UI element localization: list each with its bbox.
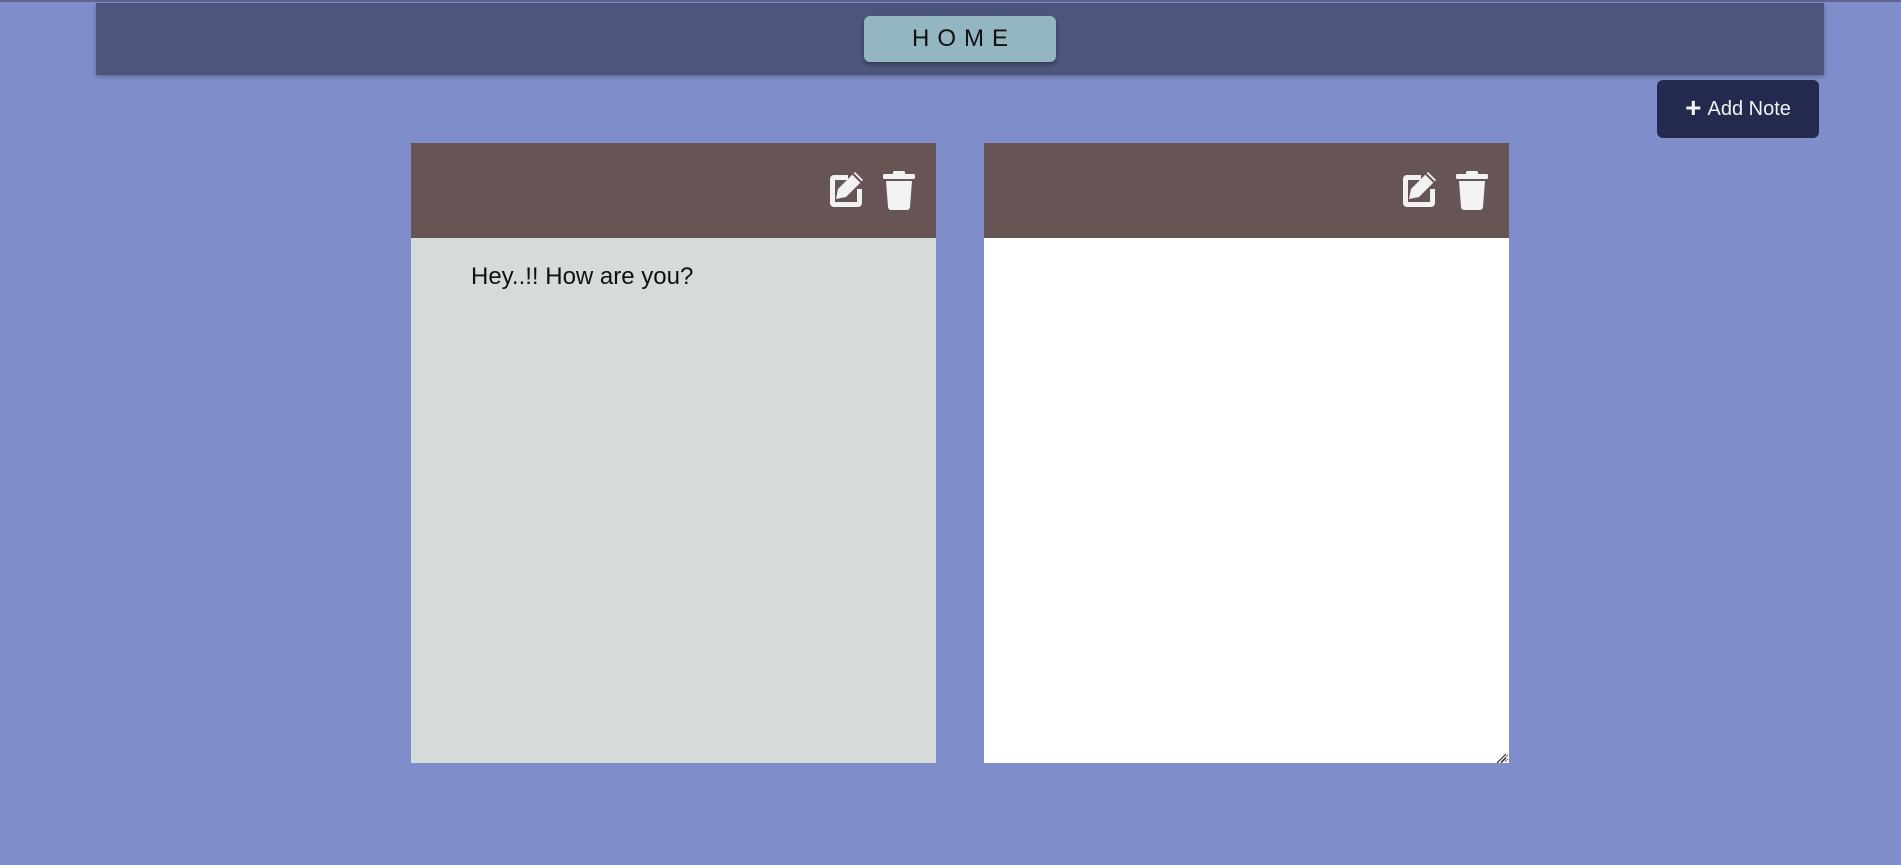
header-bar: HOME <box>96 3 1824 75</box>
note-card <box>984 143 1509 764</box>
note-card: Hey..!! How are you? <box>411 143 936 763</box>
resize-grip-icon[interactable] <box>1495 749 1507 764</box>
note-toolbar <box>411 143 936 238</box>
add-note-label: Add Note <box>1707 97 1791 120</box>
trash-icon[interactable] <box>878 169 920 211</box>
note-textarea[interactable] <box>984 238 1509 763</box>
edit-icon[interactable] <box>1397 169 1439 211</box>
edit-icon[interactable] <box>824 169 866 211</box>
plus-icon: + <box>1685 91 1702 123</box>
note-text[interactable]: Hey..!! How are you? <box>411 238 936 763</box>
add-note-button[interactable]: + Add Note <box>1657 80 1819 138</box>
top-border <box>0 0 1901 2</box>
note-toolbar <box>984 143 1509 238</box>
note-editor <box>984 238 1509 764</box>
home-button[interactable]: HOME <box>864 16 1056 62</box>
trash-icon[interactable] <box>1451 169 1493 211</box>
